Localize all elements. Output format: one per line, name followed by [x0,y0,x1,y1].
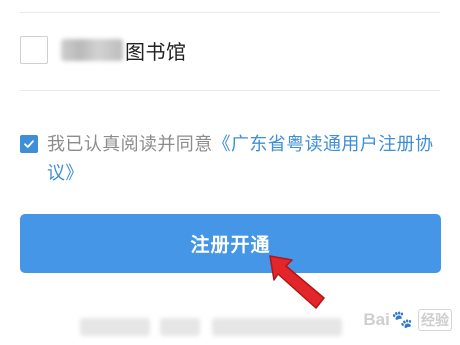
registration-screen: 图书馆 我已认真阅读并同意《广东省粤读通用户注册协议》 注册开通 Bai 🐾 经… [0,0,460,345]
checkmark-icon [24,140,34,148]
watermark-suffix: 经验 [418,309,452,331]
agreement-text: 我已认真阅读并同意《广东省粤读通用户注册协议》 [47,130,445,188]
divider [20,12,440,13]
blurred-footer-text [212,318,342,336]
agreement-checkbox[interactable] [20,135,38,153]
agreement-row: 我已认真阅读并同意《广东省粤读通用户注册协议》 [20,130,445,188]
register-button[interactable]: 注册开通 [20,214,441,273]
baidu-watermark: Bai 🐾 经验 [363,309,452,331]
blurred-footer-text [160,318,200,336]
blurred-library-name [61,39,123,61]
library-label: 图书馆 [125,39,187,64]
agreement-statement: 我已认真阅读并同意 [47,134,213,155]
blurred-footer-text [80,318,150,336]
watermark-text: Bai [363,310,390,329]
paw-icon: 🐾 [391,310,413,329]
library-option[interactable]: 图书馆 [20,34,187,66]
library-checkbox[interactable] [20,36,48,64]
divider [20,90,440,91]
